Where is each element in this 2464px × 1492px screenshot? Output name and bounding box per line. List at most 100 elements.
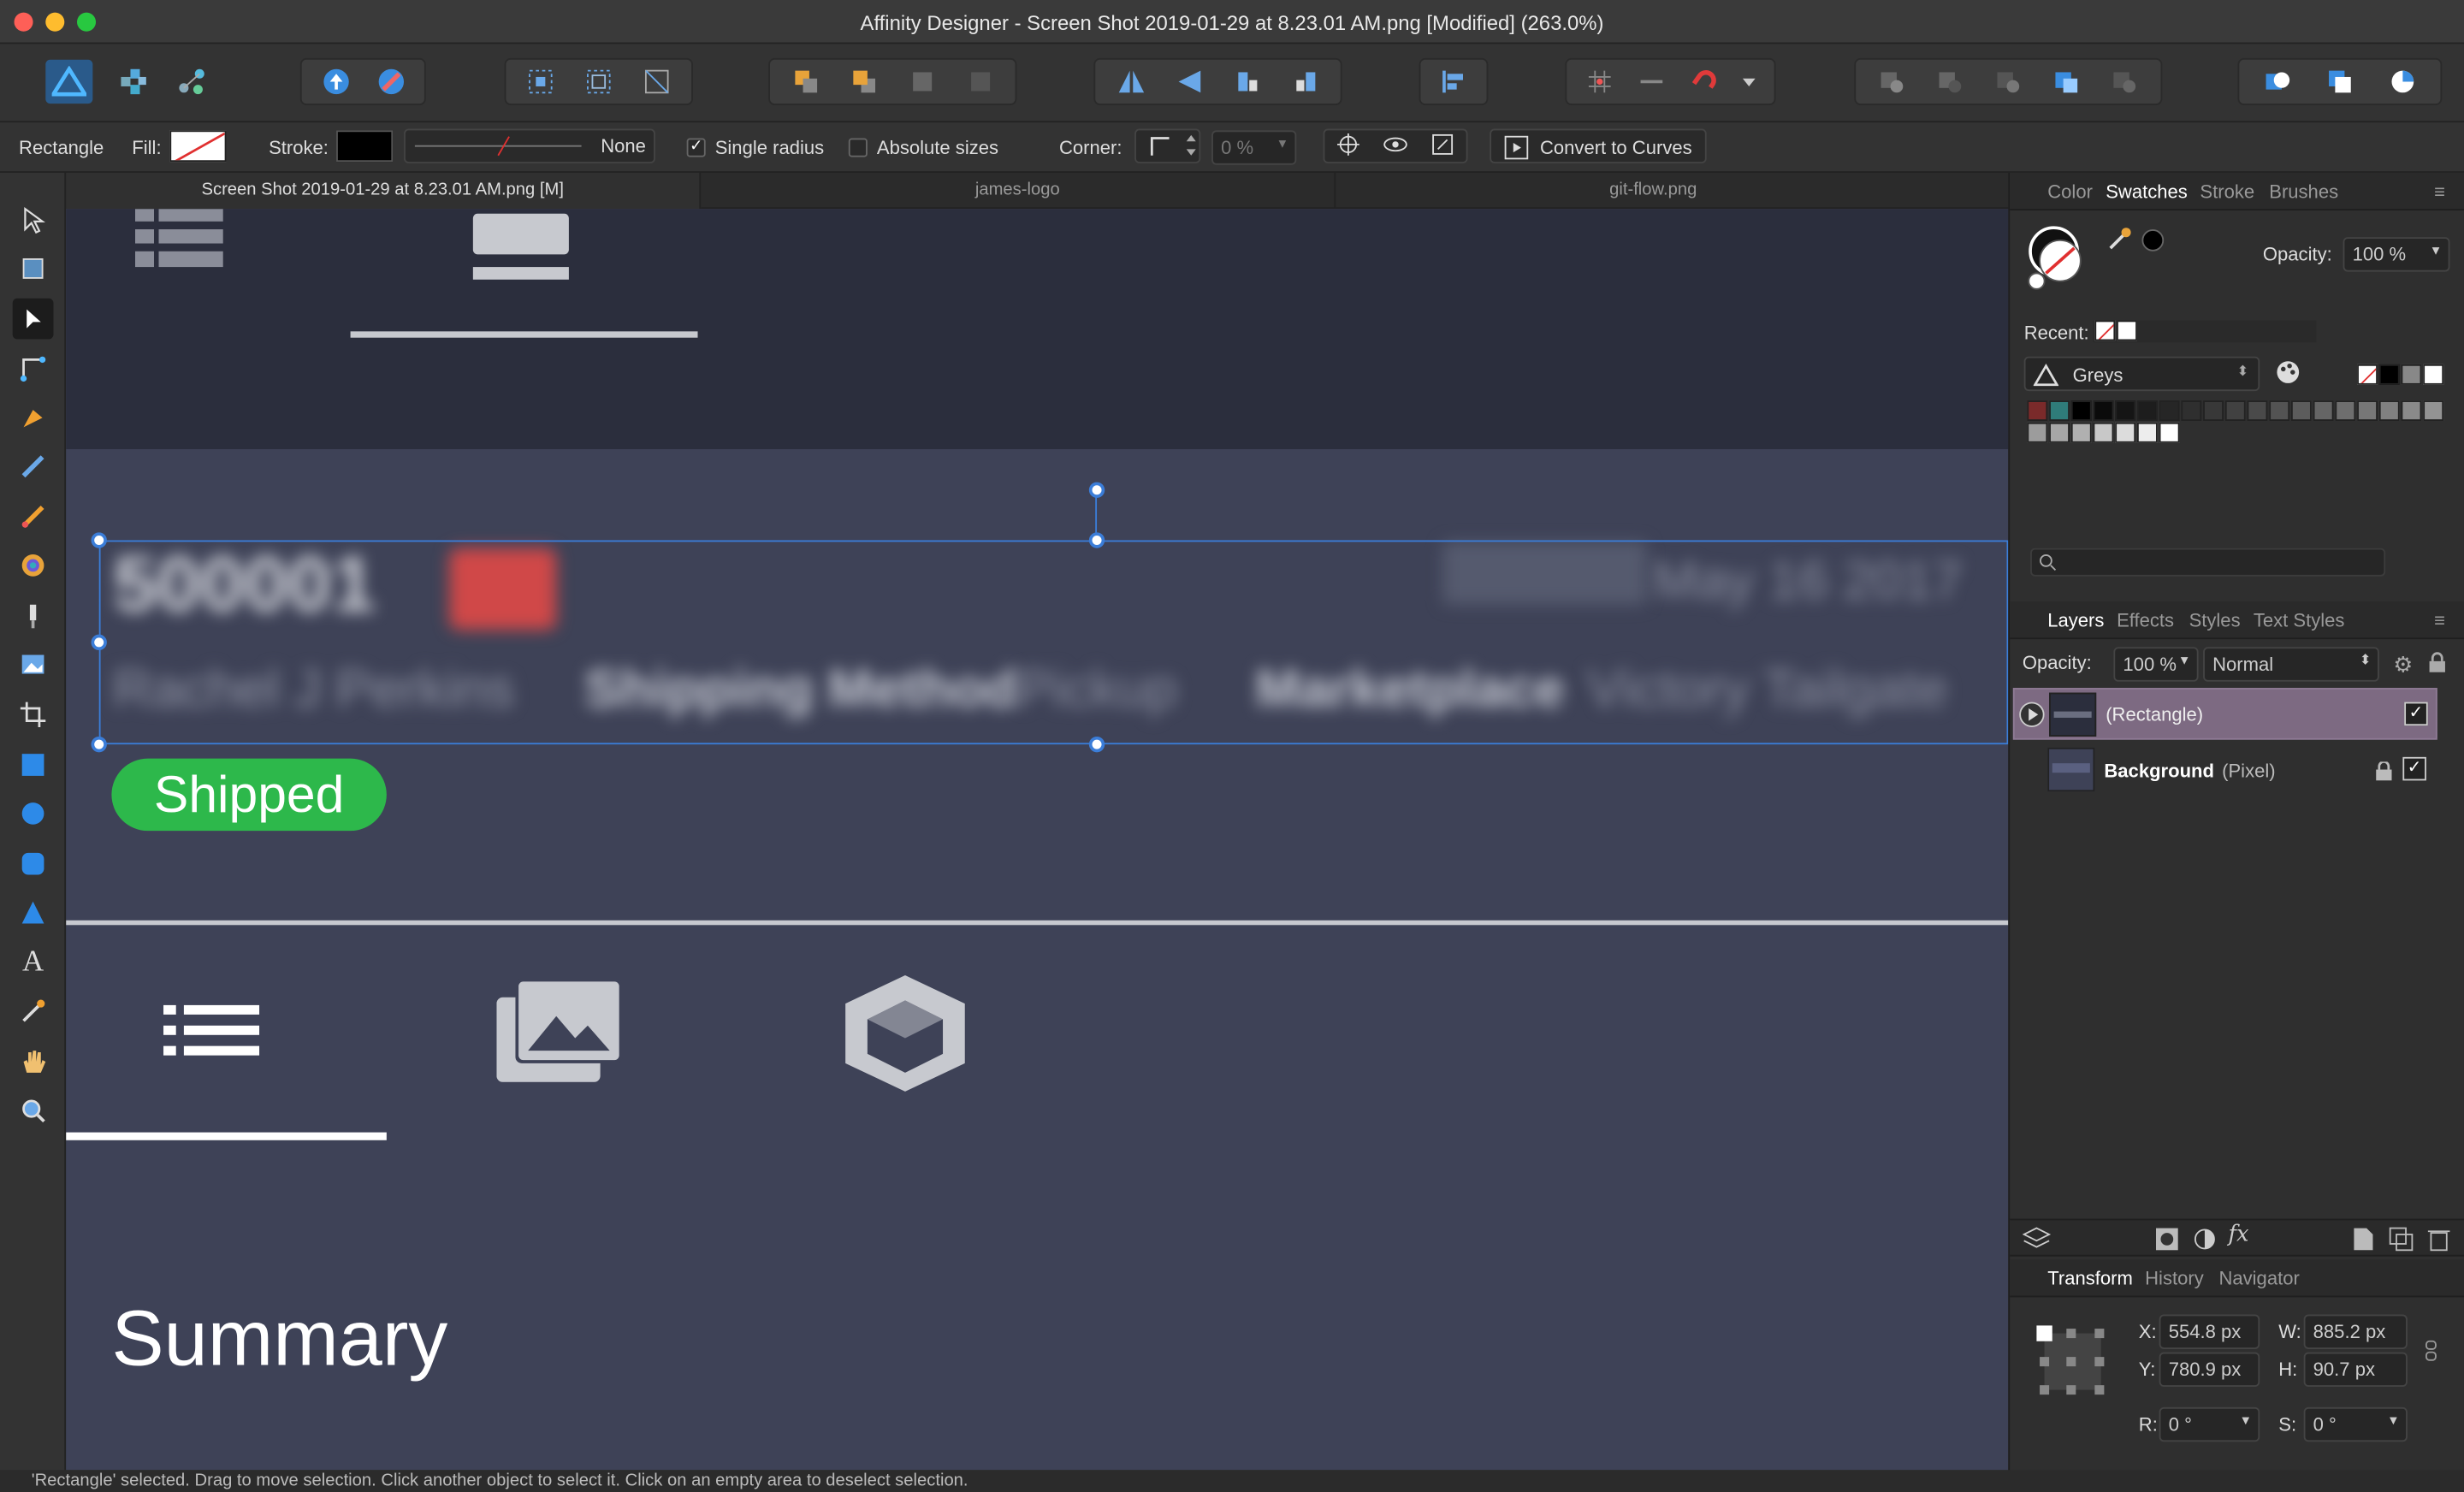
tab-stroke[interactable]: Stroke [2200, 181, 2254, 203]
box-select-icon[interactable] [582, 66, 616, 98]
eyedropper-icon[interactable] [2107, 226, 2132, 259]
palette-select[interactable]: Greys ⬍ [2023, 356, 2260, 392]
tab-history[interactable]: History [2145, 1267, 2204, 1289]
palette-swatch[interactable] [2049, 422, 2070, 443]
move-tool-icon[interactable] [13, 199, 54, 240]
w-field[interactable]: 885.2 px [2303, 1314, 2408, 1349]
palette-swatch[interactable] [2181, 400, 2202, 421]
selection-bounding-box[interactable] [98, 540, 2009, 745]
palette-swatch[interactable] [2093, 422, 2114, 443]
rotation-handle[interactable] [1088, 482, 1105, 498]
handle-bottom-left[interactable] [91, 736, 107, 753]
layer-opacity-field[interactable]: 100 % ▼ [2113, 647, 2199, 682]
swatch-grid[interactable] [2027, 400, 2455, 447]
insert-icon[interactable] [2260, 66, 2294, 98]
gear-icon[interactable]: ⚙ [2393, 652, 2413, 678]
doc-tab-james-logo[interactable]: james-logo [701, 172, 1336, 210]
single-radius-checkbox[interactable]: ✓ [686, 138, 706, 157]
transform-select-icon[interactable] [639, 66, 673, 98]
ellipse-tool-icon[interactable] [13, 793, 54, 834]
tab-effects[interactable]: Effects [2117, 609, 2174, 631]
lock-icon[interactable] [2428, 652, 2447, 682]
arrange-forward-icon[interactable] [788, 66, 822, 98]
panel-menu-icon[interactable]: ≡ [2434, 609, 2445, 631]
palette-swatch[interactable] [2378, 400, 2400, 421]
fx-icon[interactable]: fx [2228, 1222, 2248, 1246]
divide-icon[interactable] [2049, 66, 2083, 98]
subtract-icon[interactable] [1933, 66, 1967, 98]
doc-tab-screenshot[interactable]: Screen Shot 2019-01-29 at 8.23.01 AM.png… [66, 172, 702, 210]
scale-icon[interactable] [1430, 131, 1455, 161]
tab-swatches[interactable]: Swatches [2106, 181, 2188, 203]
text-tool-icon[interactable]: A [13, 942, 54, 983]
artboard-tool-icon[interactable] [13, 248, 54, 289]
layer-row-rectangle[interactable]: (Rectangle) ✓ [2012, 688, 2437, 740]
zoom-tool-icon[interactable] [13, 1090, 54, 1131]
palette-swatch[interactable] [2290, 400, 2312, 421]
palette-swatch[interactable] [2159, 422, 2180, 443]
layer-row-background[interactable]: Background (Pixel) ✓ [2013, 744, 2437, 796]
palette-swatch[interactable] [2401, 400, 2422, 421]
palette-swatch[interactable] [2247, 400, 2268, 421]
handle-middle-left[interactable] [91, 634, 107, 651]
combine-icon[interactable] [2108, 66, 2142, 98]
palette-menu-icon[interactable] [2274, 358, 2302, 394]
crop-tool-icon[interactable] [13, 694, 54, 735]
mask-icon[interactable] [2154, 1227, 2179, 1260]
tab-layers[interactable]: Layers [2047, 609, 2104, 631]
designer-persona-icon[interactable] [45, 59, 93, 104]
pen-tool-icon[interactable] [13, 397, 54, 438]
handle-top-center[interactable] [1088, 532, 1105, 548]
pencil-tool-icon[interactable] [13, 446, 54, 487]
palette-swatch[interactable] [2070, 400, 2092, 421]
palette-swatch[interactable] [2136, 422, 2158, 443]
add-layer-icon[interactable] [2353, 1227, 2375, 1260]
node-tool-icon[interactable] [12, 298, 54, 340]
place-image-icon[interactable] [13, 644, 54, 685]
arrange-bottom-icon[interactable] [962, 66, 997, 98]
link-icon[interactable] [2425, 1340, 2437, 1370]
palette-swatch[interactable] [2357, 400, 2378, 421]
add-icon[interactable] [1874, 66, 1908, 98]
palette-swatch[interactable] [2313, 400, 2334, 421]
snap-grid-icon[interactable] [1582, 66, 1616, 98]
doc-tab-git-flow[interactable]: git-flow.png [1336, 173, 1970, 209]
transparency-tool-icon[interactable] [13, 595, 54, 636]
tab-navigator[interactable]: Navigator [2218, 1267, 2299, 1289]
handle-bottom-center[interactable] [1088, 736, 1105, 753]
arrange-back-icon[interactable] [846, 66, 880, 98]
h-field[interactable]: 90.7 px [2303, 1352, 2408, 1388]
expand-layer-icon[interactable] [2019, 702, 2045, 727]
rotate-right-icon[interactable] [1288, 66, 1322, 98]
layer-visibility-checkbox[interactable]: ✓ [2404, 702, 2428, 726]
palette-swatch[interactable] [2115, 400, 2136, 421]
convert-to-curves-button[interactable]: Convert to Curves [1490, 128, 1707, 163]
palette-swatch[interactable] [2027, 422, 2048, 443]
pixel-persona-icon[interactable] [116, 66, 151, 98]
ungroup-icon[interactable] [2323, 66, 2357, 98]
palette-swatch[interactable] [2269, 400, 2290, 421]
panel-menu-icon[interactable]: ≡ [2434, 181, 2445, 203]
corner-tool-icon[interactable] [13, 347, 54, 388]
tab-text-styles[interactable]: Text Styles [2254, 609, 2345, 631]
palette-swatch[interactable] [2049, 400, 2070, 421]
adjustment-icon[interactable] [2192, 1227, 2217, 1260]
palette-swatch[interactable] [2203, 400, 2224, 421]
palette-swatch[interactable] [2115, 422, 2136, 443]
flip-horizontal-icon[interactable] [1113, 66, 1147, 98]
crosshair-icon[interactable] [1336, 131, 1360, 161]
snap-guide-icon[interactable] [1635, 66, 1669, 98]
x-field[interactable]: 554.8 px [2159, 1314, 2260, 1349]
rectangle-tool-icon[interactable] [13, 744, 54, 785]
blend-mode-select[interactable]: Normal ⬍ [2203, 647, 2379, 682]
current-color-dot[interactable] [2141, 229, 2165, 252]
palette-swatch[interactable] [2070, 422, 2092, 443]
palette-swatch[interactable] [2159, 400, 2180, 421]
anchor-point-selector[interactable] [2035, 1324, 2111, 1407]
swatch-opacity-field[interactable]: 100 % ▼ [2343, 237, 2450, 272]
corner-type-select[interactable] [1134, 128, 1201, 163]
rotate-left-icon[interactable] [1229, 66, 1264, 98]
layer-stack-icon[interactable] [2022, 1225, 2052, 1261]
tab-color[interactable]: Color [2047, 181, 2093, 203]
palette-swatch[interactable] [2423, 400, 2444, 421]
